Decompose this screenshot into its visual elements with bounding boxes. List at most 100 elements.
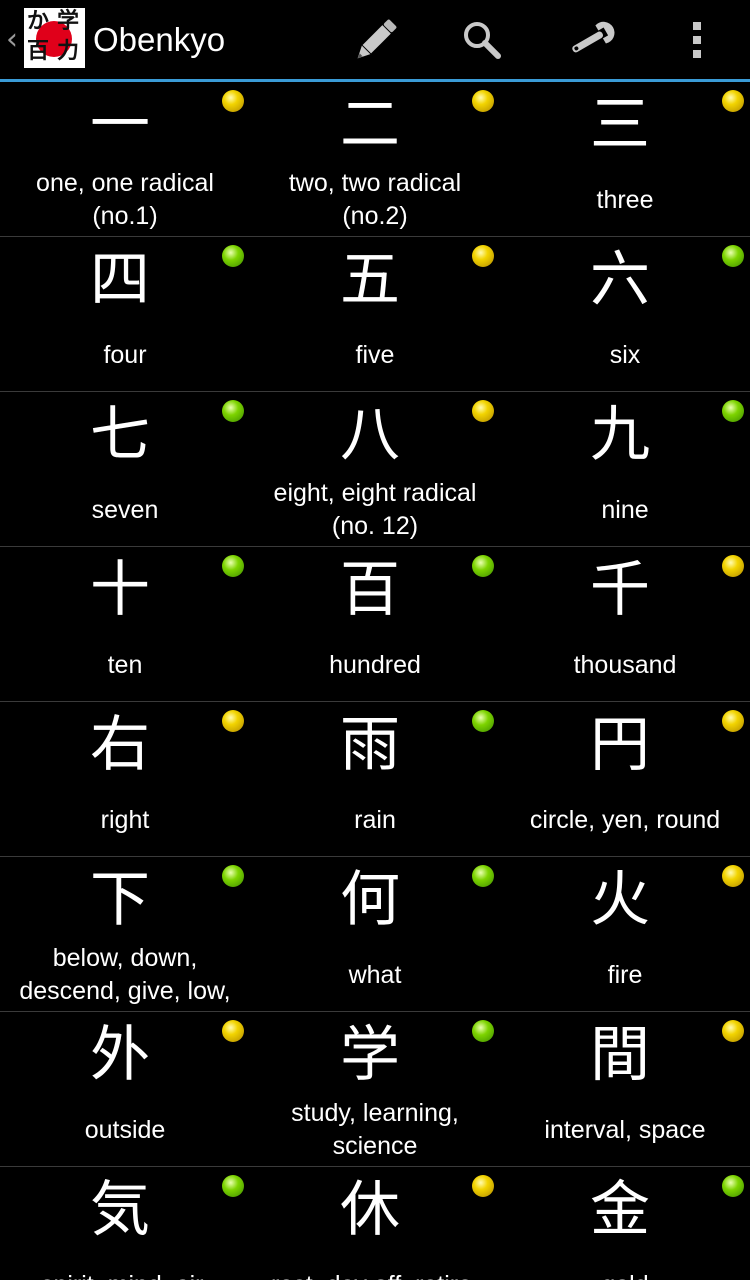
kanji-cell[interactable]: 九 nine (500, 392, 750, 547)
kanji-cell[interactable]: 百 hundred (250, 547, 500, 702)
kanji-cell[interactable]: 休 rest, day off, retire, (250, 1167, 500, 1280)
kanji-cell[interactable]: 六 six (500, 237, 750, 392)
pencil-icon (357, 19, 397, 59)
kanji-character: 一 (90, 90, 150, 160)
progress-indicator-icon (722, 400, 744, 422)
progress-indicator-icon (472, 865, 494, 887)
logo-char: か (27, 9, 50, 34)
kanji-character: 火 (590, 865, 650, 935)
kanji-meaning: rest, day off, retire, (255, 1249, 495, 1280)
app-logo[interactable]: か 学 百 力 (24, 8, 85, 68)
overflow-menu-button[interactable] (665, 8, 729, 72)
kanji-cell[interactable]: 十 ten (0, 547, 250, 702)
grid-row: 右 right 雨 rain 円 circle, yen, round (0, 702, 750, 857)
kanji-meaning: one, one radical (no.1) (36, 169, 214, 230)
kanji-character: 下 (90, 865, 150, 935)
kanji-cell[interactable]: 円 circle, yen, round (500, 702, 750, 857)
kanji-character: 休 (340, 1175, 400, 1245)
grid-row: 気 spirit, mind, air, 休 rest, day off, re… (0, 1167, 750, 1280)
kanji-meaning: study, learning, science (291, 1099, 459, 1160)
search-button[interactable] (450, 8, 514, 72)
kanji-cell[interactable]: 雨 rain (250, 702, 500, 857)
kanji-meaning: ten (107, 650, 143, 679)
overflow-menu-icon (693, 22, 701, 58)
wrench-icon (572, 21, 615, 53)
progress-indicator-icon (472, 1175, 494, 1197)
kanji-character: 間 (590, 1020, 650, 1090)
settings-button[interactable] (558, 8, 622, 72)
kanji-character: 二 (340, 90, 400, 160)
progress-indicator-icon (222, 245, 244, 267)
logo-char: 百 (27, 39, 50, 64)
kanji-grid[interactable]: 一 one, one radical (no.1) 二 two, two rad… (0, 82, 750, 1280)
kanji-meaning: gold (505, 1249, 745, 1280)
progress-indicator-icon (222, 1175, 244, 1197)
kanji-meaning: hundred (329, 650, 421, 679)
kanji-character: 外 (90, 1020, 150, 1090)
kanji-meaning: thousand (573, 650, 677, 679)
kanji-meaning: five (355, 340, 395, 369)
kanji-cell[interactable]: 四 four (0, 237, 250, 392)
up-caret-icon[interactable]: ‹ (6, 22, 22, 58)
kanji-cell[interactable]: 一 one, one radical (no.1) (0, 82, 250, 237)
kanji-cell[interactable]: 気 spirit, mind, air, (0, 1167, 250, 1280)
kanji-meaning: six (609, 340, 641, 369)
progress-indicator-icon (722, 1175, 744, 1197)
grid-row: 下 below, down, descend, give, low, 何 wha… (0, 857, 750, 1012)
kanji-cell[interactable]: 間 interval, space (500, 1012, 750, 1167)
kanji-character: 九 (590, 400, 650, 470)
kanji-cell[interactable]: 千 thousand (500, 547, 750, 702)
kanji-cell[interactable]: 右 right (0, 702, 250, 857)
kanji-cell[interactable]: 八 eight, eight radical (no. 12) (250, 392, 500, 547)
progress-indicator-icon (722, 555, 744, 577)
progress-indicator-icon (472, 400, 494, 422)
kanji-character: 気 (90, 1175, 150, 1245)
kanji-meaning: spirit, mind, air, (5, 1249, 245, 1280)
kanji-cell[interactable]: 二 two, two radical (no.2) (250, 82, 500, 237)
kanji-meaning: three (596, 185, 654, 214)
kanji-cell[interactable]: 火 fire (500, 857, 750, 1012)
progress-indicator-icon (722, 90, 744, 112)
kanji-character: 何 (340, 865, 400, 935)
grid-row: 十 ten 百 hundred 千 thousand (0, 547, 750, 702)
kanji-character: 四 (90, 245, 150, 315)
kanji-character: 八 (340, 400, 400, 470)
progress-indicator-icon (222, 865, 244, 887)
search-icon (464, 22, 501, 59)
kanji-character: 雨 (340, 710, 400, 780)
kanji-character: 百 (340, 555, 400, 625)
kanji-cell[interactable]: 学 study, learning, science (250, 1012, 500, 1167)
kanji-cell[interactable]: 下 below, down, descend, give, low, (0, 857, 250, 1012)
grid-row: 四 four 五 five 六 six (0, 237, 750, 392)
kanji-meaning: eight, eight radical (no. 12) (273, 479, 477, 540)
progress-indicator-icon (722, 865, 744, 887)
progress-indicator-icon (472, 90, 494, 112)
kanji-character: 千 (590, 555, 650, 625)
kanji-character: 六 (590, 245, 650, 315)
kanji-meaning: what (348, 960, 402, 989)
kanji-meaning: fire (607, 960, 643, 989)
kanji-cell[interactable]: 七 seven (0, 392, 250, 547)
kanji-meaning: circle, yen, round (529, 805, 721, 834)
logo-char: 力 (57, 39, 80, 64)
kanji-meaning: below, down, descend, give, low, (19, 944, 231, 1005)
kanji-character: 学 (340, 1020, 400, 1090)
progress-indicator-icon (722, 710, 744, 732)
progress-indicator-icon (222, 555, 244, 577)
kanji-meaning: rain (354, 805, 396, 834)
edit-button[interactable] (344, 8, 408, 72)
kanji-character: 十 (90, 555, 150, 625)
app-title: Obenkyo (93, 21, 226, 58)
kanji-cell[interactable]: 五 five (250, 237, 500, 392)
kanji-character: 五 (340, 245, 400, 315)
kanji-cell[interactable]: 三 three (500, 82, 750, 237)
progress-indicator-icon (722, 245, 744, 267)
progress-indicator-icon (222, 400, 244, 422)
kanji-cell[interactable]: 外 outside (0, 1012, 250, 1167)
progress-indicator-icon (722, 1020, 744, 1042)
kanji-cell[interactable]: 何 what (250, 857, 500, 1012)
logo-char: 学 (57, 9, 80, 34)
progress-indicator-icon (472, 245, 494, 267)
kanji-character: 七 (90, 400, 150, 470)
kanji-cell[interactable]: 金 gold (500, 1167, 750, 1280)
